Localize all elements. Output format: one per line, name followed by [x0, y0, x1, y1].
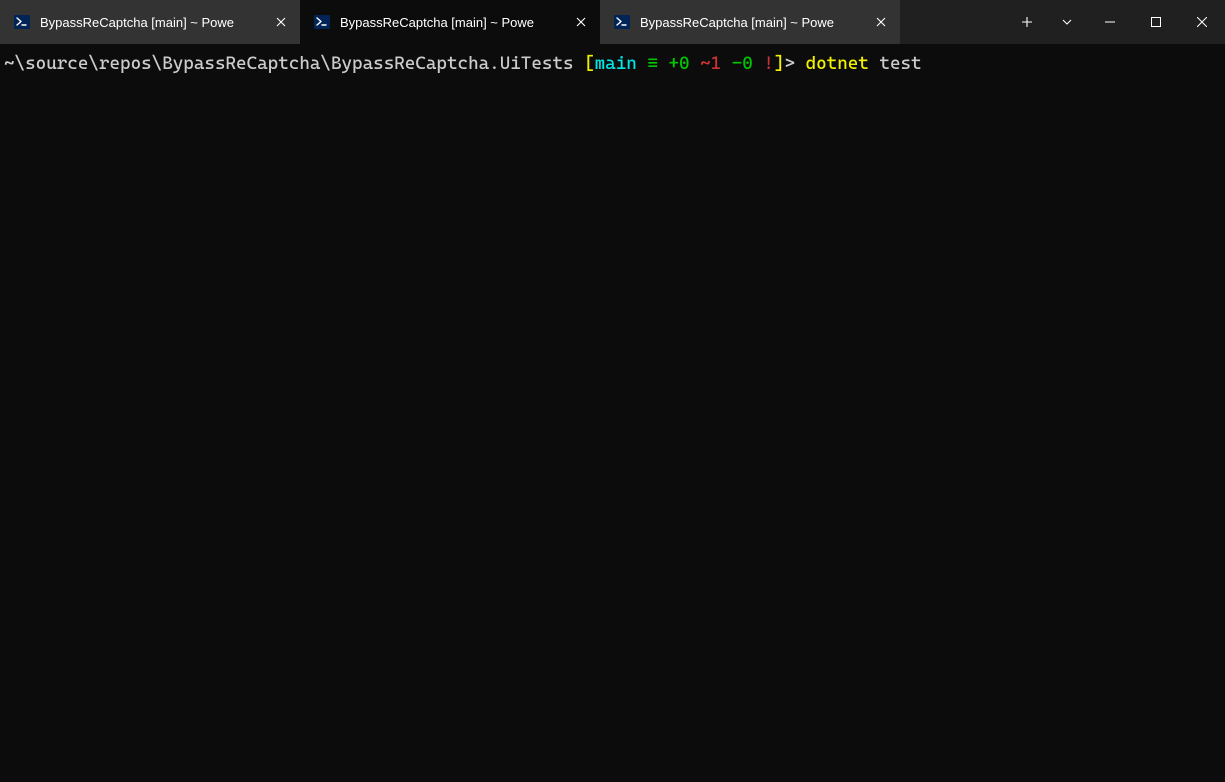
terminal-body[interactable]: ~\source\repos\BypassReCaptcha\BypassReC…: [0, 44, 1225, 84]
close-icon: [1197, 17, 1207, 27]
git-equiv: ≡: [647, 53, 658, 74]
new-tab-button[interactable]: [1007, 0, 1047, 44]
tab-0[interactable]: BypassReCaptcha [main] ~ Powe: [0, 0, 300, 44]
tab-1[interactable]: BypassReCaptcha [main] ~ Powe: [300, 0, 600, 44]
command-arg: test: [879, 53, 921, 74]
maximize-icon: [1151, 17, 1161, 27]
git-ahead: +0: [668, 53, 689, 74]
titlebar: BypassReCaptcha [main] ~ Powe BypassReCa…: [0, 0, 1225, 44]
git-untracked: !: [763, 53, 774, 74]
minimize-icon: [1105, 17, 1115, 27]
titlebar-actions: [1007, 0, 1087, 44]
plus-icon: [1021, 16, 1033, 28]
tab-dropdown-button[interactable]: [1047, 0, 1087, 44]
close-window-button[interactable]: [1179, 0, 1225, 44]
git-modified: ~1: [700, 53, 721, 74]
tab-2[interactable]: BypassReCaptcha [main] ~ Powe: [600, 0, 900, 44]
bracket-open: [: [584, 53, 595, 74]
bracket-close: ]: [774, 53, 785, 74]
tab-title: BypassReCaptcha [main] ~ Powe: [640, 15, 862, 30]
window-controls: [1087, 0, 1225, 44]
tab-close-button[interactable]: [572, 13, 590, 31]
prompt-line: ~\source\repos\BypassReCaptcha\BypassReC…: [4, 52, 1221, 76]
prompt-char: >: [784, 53, 795, 74]
git-deleted: -0: [732, 53, 753, 74]
powershell-icon: [14, 14, 30, 30]
command: dotnet: [806, 53, 869, 74]
git-branch: main: [595, 53, 637, 74]
tab-title: BypassReCaptcha [main] ~ Powe: [340, 15, 562, 30]
tab-close-button[interactable]: [272, 13, 290, 31]
tab-strip: BypassReCaptcha [main] ~ Powe BypassReCa…: [0, 0, 1007, 44]
maximize-button[interactable]: [1133, 0, 1179, 44]
powershell-icon: [614, 14, 630, 30]
tab-title: BypassReCaptcha [main] ~ Powe: [40, 15, 262, 30]
powershell-icon: [314, 14, 330, 30]
prompt-path: ~\source\repos\BypassReCaptcha\BypassReC…: [4, 53, 574, 74]
minimize-button[interactable]: [1087, 0, 1133, 44]
chevron-down-icon: [1061, 16, 1073, 28]
tab-close-button[interactable]: [872, 13, 890, 31]
